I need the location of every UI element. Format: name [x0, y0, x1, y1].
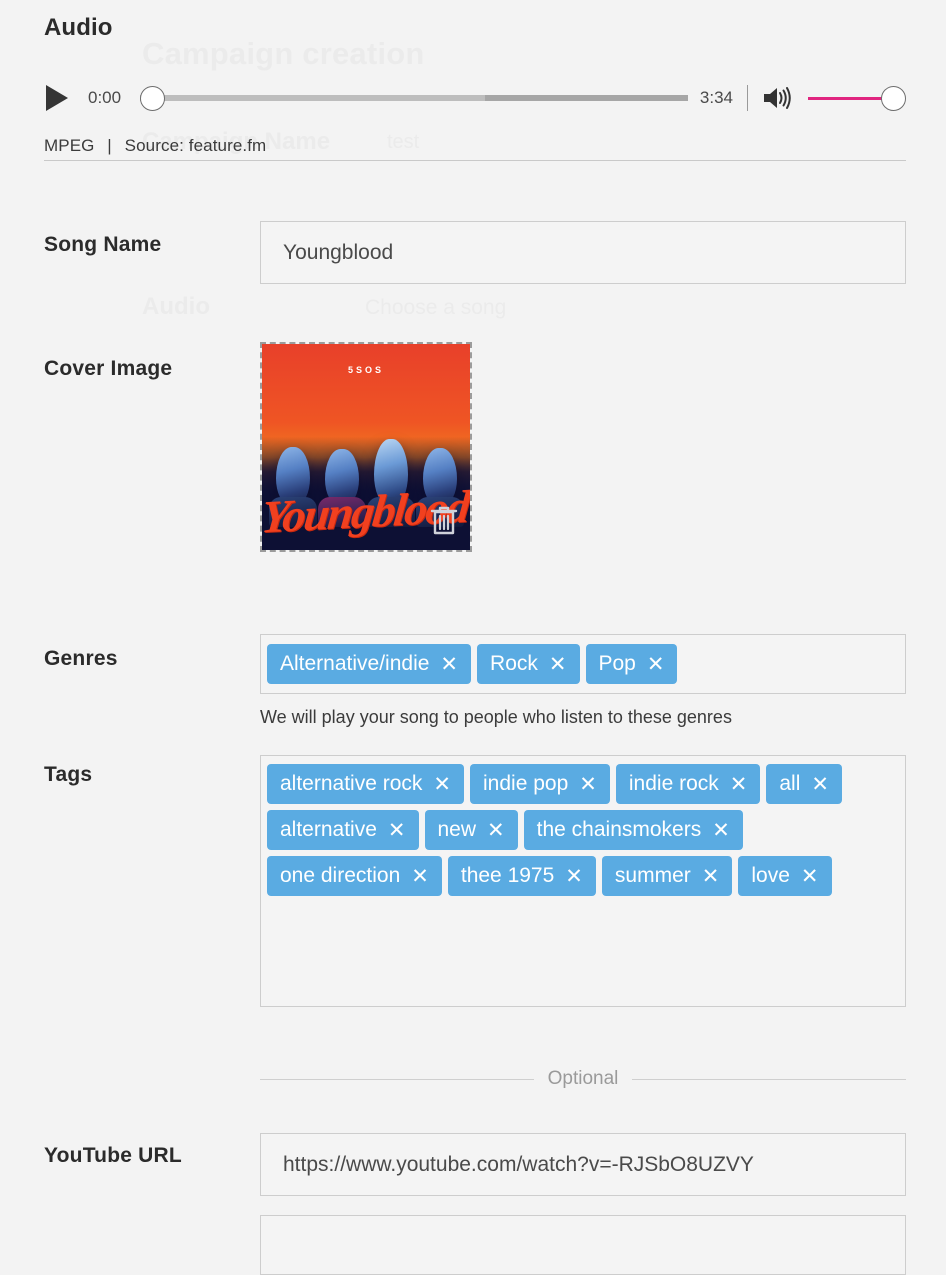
tags-input[interactable]: alternative rock ✕ indie pop ✕ indie rock ✕ al… [260, 755, 906, 1007]
remove-tag-chip-icon[interactable]: ✕ [565, 866, 583, 887]
remove-tag-chip-icon[interactable]: ✕ [811, 774, 829, 795]
tag-chip[interactable]: indie pop ✕ [470, 764, 610, 804]
ghost-campaign-name-value: test [387, 131, 420, 153]
seek-thumb[interactable] [140, 85, 165, 111]
song-name-label: Song Name [44, 233, 162, 256]
tag-chip-label: all [779, 772, 801, 795]
optional-label: Optional [547, 1068, 619, 1089]
tag-chip-label: new [437, 818, 477, 841]
seek-buffered-range [485, 95, 688, 101]
remove-tag-chip-icon[interactable]: ✕ [433, 774, 451, 795]
audio-meta-line: MPEG | Source: feature.fm [44, 136, 266, 156]
song-name-value: Youngblood [283, 241, 394, 264]
divider-line-left [260, 1078, 534, 1080]
tag-chip-label: love [751, 864, 790, 887]
remove-genre-chip-icon[interactable]: ✕ [647, 654, 665, 675]
tag-chip[interactable]: alternative rock ✕ [267, 764, 465, 804]
youtube-url-input[interactable]: https://www.youtube.com/watch?v=-RJSbO8U… [260, 1133, 906, 1196]
tag-chip-label: indie pop [483, 772, 569, 795]
tag-chip-label: alternative [280, 818, 377, 841]
meta-separator: | [107, 136, 112, 155]
audio-source-label: Source: feature.fm [124, 136, 267, 155]
genres-helper-text: We will play your song to people who lis… [260, 707, 732, 727]
audio-format-label: MPEG [44, 136, 95, 155]
remove-tag-chip-icon[interactable]: ✕ [801, 866, 819, 887]
total-time-label: 3:34 [699, 88, 733, 107]
tag-chip-label: indie rock [628, 772, 719, 795]
next-field-input[interactable] [260, 1215, 906, 1275]
remove-tag-chip-icon[interactable]: ✕ [712, 820, 730, 841]
page-title: Audio [44, 14, 113, 41]
tag-chip-label: summer [614, 864, 691, 887]
tag-chip[interactable]: the chainsmokers ✕ [523, 810, 743, 850]
genre-chip[interactable]: Rock ✕ [477, 644, 580, 684]
tag-chip[interactable]: thee 1975 ✕ [447, 856, 596, 896]
play-button[interactable] [44, 83, 70, 113]
speaker-high-icon [764, 87, 791, 109]
remove-tag-chip-icon[interactable]: ✕ [702, 866, 720, 887]
ghost-audio-label: Audio [142, 293, 210, 320]
tag-chip[interactable]: alternative ✕ [267, 810, 419, 850]
tags-label: Tags [44, 763, 93, 786]
volume-slider[interactable] [808, 85, 906, 111]
remove-genre-chip-icon[interactable]: ✕ [440, 654, 458, 675]
youtube-url-value: https://www.youtube.com/watch?v=-RJSbO8U… [283, 1153, 754, 1176]
tag-chip[interactable]: summer ✕ [601, 856, 733, 896]
tag-chip[interactable]: all ✕ [766, 764, 842, 804]
player-divider [747, 85, 748, 111]
tag-chip-label: alternative rock [280, 772, 423, 795]
tag-chip[interactable]: new ✕ [424, 810, 518, 850]
genre-chip-label: Rock [490, 652, 538, 675]
genre-chip[interactable]: Pop ✕ [585, 644, 678, 684]
audio-section-divider [44, 160, 906, 161]
tag-chip-label: one direction [280, 864, 401, 887]
remove-tag-chip-icon[interactable]: ✕ [411, 866, 429, 887]
tag-chip-label: thee 1975 [460, 864, 555, 887]
genres-label: Genres [44, 647, 118, 670]
divider-line-right [632, 1078, 906, 1080]
audio-player: 0:00 3:34 [44, 76, 906, 120]
volume-thumb[interactable] [881, 85, 906, 111]
genre-chip-label: Pop [598, 652, 636, 675]
cover-image-thumbnail[interactable]: 5SOS Youngblood [260, 342, 472, 552]
remove-tag-chip-icon[interactable]: ✕ [730, 774, 748, 795]
current-time-label: 0:00 [88, 88, 122, 107]
remove-genre-chip-icon[interactable]: ✕ [549, 654, 567, 675]
seek-slider[interactable] [140, 85, 688, 111]
song-name-input[interactable]: Youngblood [260, 221, 906, 284]
trash-icon[interactable] [430, 504, 458, 536]
remove-tag-chip-icon[interactable]: ✕ [388, 820, 406, 841]
tag-chip[interactable]: indie rock ✕ [615, 764, 761, 804]
genres-input[interactable]: Alternative/indie ✕ Rock ✕ Pop ✕ [260, 634, 906, 694]
remove-tag-chip-icon[interactable]: ✕ [487, 820, 505, 841]
cover-image-label: Cover Image [44, 357, 173, 380]
play-icon [46, 85, 68, 111]
ghost-choose-a-song-text: Choose a song [365, 296, 507, 319]
volume-button[interactable] [762, 85, 792, 111]
genre-chip[interactable]: Alternative/indie ✕ [267, 644, 472, 684]
cover-artist-text: 5SOS [347, 364, 384, 375]
genre-chip-label: Alternative/indie [280, 652, 430, 675]
tag-chip[interactable]: love ✕ [738, 856, 832, 896]
tag-chip[interactable]: one direction ✕ [267, 856, 442, 896]
ghost-background-layer: Campaign creation Campaign Name test Aud… [0, 0, 946, 1228]
youtube-url-label: YouTube URL [44, 1144, 182, 1167]
remove-tag-chip-icon[interactable]: ✕ [579, 774, 597, 795]
optional-divider: Optional [260, 1068, 906, 1090]
ghost-campaign-creation-title: Campaign creation [142, 36, 425, 71]
tag-chip-label: the chainsmokers [536, 818, 702, 841]
